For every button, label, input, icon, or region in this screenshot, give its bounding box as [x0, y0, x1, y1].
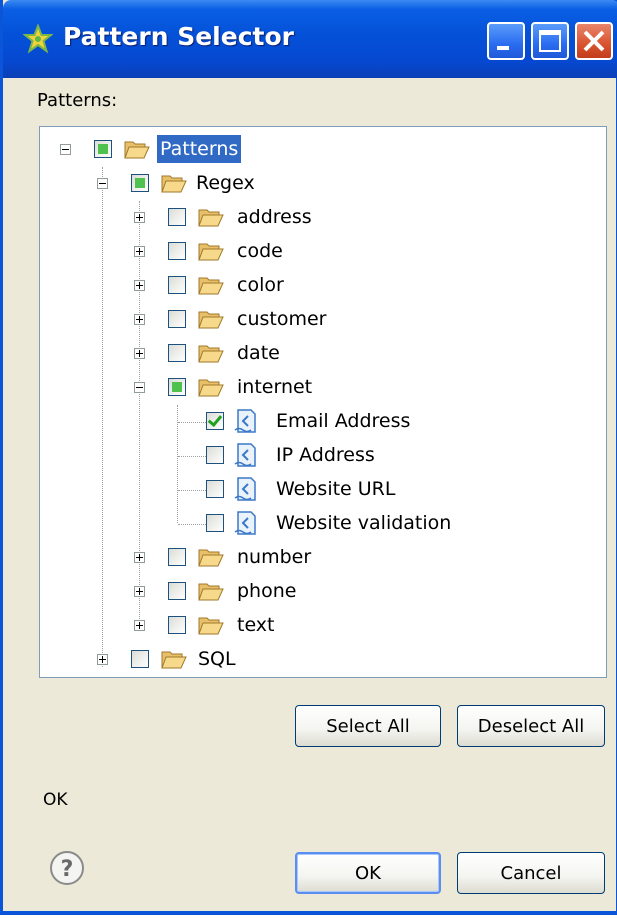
tree-node-label[interactable]: color: [237, 271, 284, 299]
tree-node-number[interactable]: number: [40, 543, 600, 571]
folder-open-icon: [198, 583, 224, 601]
address-checkbox[interactable]: [168, 208, 186, 226]
number-checkbox[interactable]: [168, 548, 186, 566]
phone-checkbox[interactable]: [168, 582, 186, 600]
deselect-all-button[interactable]: Deselect All: [457, 705, 605, 747]
folder-open-icon: [161, 651, 187, 669]
website-validation-checkbox[interactable]: [206, 514, 224, 532]
patterns-checkbox[interactable]: [94, 140, 112, 158]
tree-node-website-validation[interactable]: Website validation: [40, 509, 600, 537]
tree-node-date[interactable]: date: [40, 339, 600, 367]
folder-open-icon: [198, 209, 224, 227]
folder-open-icon: [198, 277, 224, 295]
close-button[interactable]: [575, 22, 613, 60]
expand-icon[interactable]: [134, 246, 145, 257]
color-checkbox[interactable]: [168, 276, 186, 294]
tree-node-label[interactable]: number: [237, 543, 311, 571]
pattern-selector-dialog: Pattern Selector Patterns: Patterns Rege…: [0, 0, 617, 915]
folder-open-icon: [198, 379, 224, 397]
collapse-icon[interactable]: [134, 382, 145, 393]
tree-node-code[interactable]: code: [40, 237, 600, 265]
svg-text:?: ?: [61, 857, 74, 882]
expand-icon[interactable]: [134, 586, 145, 597]
pattern-file-icon: [234, 443, 256, 467]
ok-button[interactable]: OK: [295, 852, 441, 894]
expand-icon[interactable]: [97, 654, 108, 665]
tree-node-label[interactable]: Regex: [196, 169, 255, 197]
code-checkbox[interactable]: [168, 242, 186, 260]
help-icon[interactable]: ?: [49, 850, 85, 886]
folder-open-icon: [161, 175, 187, 193]
text-checkbox[interactable]: [168, 616, 186, 634]
app-star-icon: [23, 24, 53, 54]
tree-node-label[interactable]: Email Address: [276, 407, 410, 435]
status-message: OK: [43, 790, 68, 810]
expand-icon[interactable]: [134, 314, 145, 325]
minimize-icon: [497, 46, 509, 50]
ip-address-checkbox[interactable]: [206, 446, 224, 464]
folder-open-icon: [198, 617, 224, 635]
cancel-button[interactable]: Cancel: [457, 852, 605, 894]
maximize-icon: [539, 30, 561, 52]
tree-node-label[interactable]: internet: [237, 373, 312, 401]
pattern-file-icon: [234, 409, 256, 433]
customer-checkbox[interactable]: [168, 310, 186, 328]
tree-node-label[interactable]: SQL: [198, 645, 236, 673]
email-address-checkbox[interactable]: [206, 412, 224, 430]
folder-open-icon: [124, 141, 150, 159]
tree-node-internet[interactable]: internet: [40, 373, 600, 401]
tree-node-email-address[interactable]: Email Address: [40, 407, 600, 435]
tree-node-label[interactable]: address: [237, 203, 312, 231]
tree-node-label[interactable]: code: [237, 237, 283, 265]
tree-node-customer[interactable]: customer: [40, 305, 600, 333]
tree-node-regex[interactable]: Regex: [40, 169, 600, 197]
date-checkbox[interactable]: [168, 344, 186, 362]
folder-open-icon: [198, 243, 224, 261]
collapse-icon[interactable]: [97, 178, 108, 189]
tree-node-ip-address[interactable]: IP Address: [40, 441, 600, 469]
tree-node-label[interactable]: IP Address: [276, 441, 375, 469]
expand-icon[interactable]: [134, 620, 145, 631]
expand-icon[interactable]: [134, 280, 145, 291]
tree-node-color[interactable]: color: [40, 271, 600, 299]
expand-icon[interactable]: [134, 552, 145, 563]
tree-node-label[interactable]: Website validation: [276, 509, 451, 537]
tree-node-label[interactable]: text: [237, 611, 275, 639]
tree-node-address[interactable]: address: [40, 203, 600, 231]
expand-icon[interactable]: [134, 212, 145, 223]
close-icon: [583, 30, 605, 52]
website-url-checkbox[interactable]: [206, 480, 224, 498]
folder-open-icon: [198, 345, 224, 363]
tree-node-sql[interactable]: SQL: [40, 645, 600, 673]
tree-node-label[interactable]: customer: [237, 305, 326, 333]
tree-node-label[interactable]: date: [237, 339, 280, 367]
title-bar[interactable]: Pattern Selector: [3, 0, 617, 78]
tree-node-phone[interactable]: phone: [40, 577, 600, 605]
pattern-file-icon: [234, 511, 256, 535]
tree-node-label[interactable]: Patterns: [157, 135, 242, 163]
window-title: Pattern Selector: [63, 22, 294, 51]
tree-node-label[interactable]: phone: [237, 577, 296, 605]
tree-node-patterns[interactable]: Patterns: [40, 135, 600, 163]
patterns-label: Patterns:: [37, 90, 118, 111]
pattern-file-icon: [234, 477, 256, 501]
sql-checkbox[interactable]: [131, 650, 149, 668]
tree-node-label[interactable]: Website URL: [276, 475, 395, 503]
tree-node-website-url[interactable]: Website URL: [40, 475, 600, 503]
folder-open-icon: [198, 311, 224, 329]
minimize-button[interactable]: [487, 22, 525, 60]
pattern-tree[interactable]: Patterns Regex address code color custom…: [39, 126, 607, 678]
maximize-button[interactable]: [531, 22, 569, 60]
collapse-icon[interactable]: [60, 144, 71, 155]
select-all-button[interactable]: Select All: [295, 705, 441, 747]
internet-checkbox[interactable]: [168, 378, 186, 396]
expand-icon[interactable]: [134, 348, 145, 359]
regex-checkbox[interactable]: [131, 174, 149, 192]
folder-open-icon: [198, 549, 224, 567]
tree-node-text[interactable]: text: [40, 611, 600, 639]
